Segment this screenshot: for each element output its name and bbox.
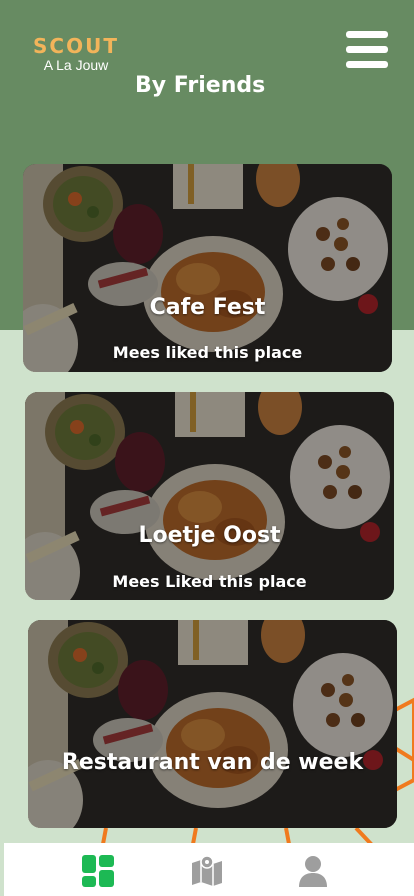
card-title: Loetje Oost (138, 523, 281, 548)
map-icon (192, 855, 222, 886)
menu-icon-line (346, 61, 388, 68)
nav-item-map[interactable] (189, 853, 225, 889)
card-image-overlay (28, 620, 397, 828)
bottom-navigation (4, 843, 414, 896)
menu-icon-line (346, 31, 388, 38)
card-subtitle: Mees liked this place (112, 343, 303, 362)
card-image-overlay (25, 392, 394, 600)
menu-icon-line (346, 46, 388, 53)
hamburger-menu-button[interactable] (346, 31, 388, 69)
dashboard-grid-icon (82, 855, 114, 887)
brand-logo[interactable]: SCOUT A La Jouw (33, 35, 119, 74)
user-icon (299, 856, 327, 887)
brand-name: SCOUT (33, 34, 119, 58)
card-title: Restaurant van de week (61, 750, 364, 775)
page-title: By Friends (135, 73, 266, 98)
card-title: Cafe Fest (149, 295, 266, 320)
nav-item-dashboard[interactable] (80, 853, 116, 889)
app-screen: SCOUT A La Jouw By Friends Cafe Fest Mee… (0, 0, 414, 896)
brand-subtitle: A La Jouw (43, 57, 109, 73)
nav-item-profile[interactable] (295, 853, 331, 889)
restaurant-card[interactable]: Cafe Fest Mees liked this place (23, 164, 392, 372)
card-image-overlay (23, 164, 392, 372)
restaurant-card[interactable]: Loetje Oost Mees Liked this place (25, 392, 394, 600)
restaurant-card[interactable]: Restaurant van de week (28, 620, 397, 828)
card-subtitle: Mees Liked this place (112, 572, 307, 591)
